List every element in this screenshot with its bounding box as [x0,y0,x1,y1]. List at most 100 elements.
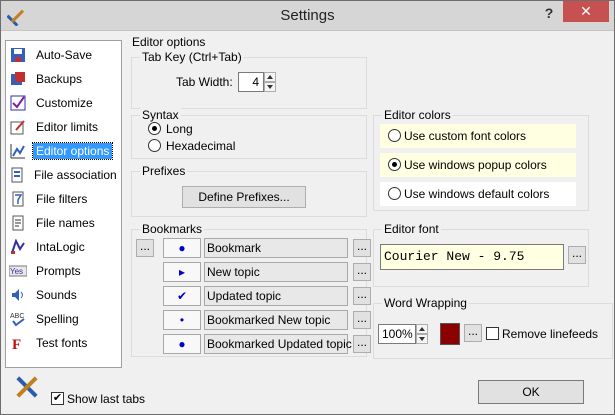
help-button[interactable]: ? [541,5,557,23]
sidebar-item-label: Sounds [36,288,77,302]
sidebar-item-label: File names [36,216,95,230]
new-topic-sample: New topic [204,262,348,282]
new-topic-icon[interactable]: ▸ [163,262,201,282]
bookmarked-updated-topic-icon[interactable]: ● [163,334,201,354]
dialog-footer: ✔ Show last tabs OK [1,373,614,414]
sidebar-item-test-fonts[interactable]: F Test fonts [9,332,117,354]
sidebar-item-label: Customize [36,96,93,110]
word-wrap-percent-input[interactable]: 100% [378,324,416,344]
custom-font-colors-option[interactable]: Use custom font colors [380,124,576,148]
backup-icon [9,70,27,88]
group-label: Bookmarks [140,222,205,236]
wrap-color-button[interactable]: ... [464,324,482,342]
updated-topic-sample: Updated topic [204,286,348,306]
syntax-long-radio[interactable] [148,122,161,135]
bookmark-icon[interactable]: ● [163,238,201,258]
sidebar-item-spelling[interactable]: ABC Spelling [9,308,117,330]
sidebar-item-label: File filters [36,192,88,206]
sidebar-item-file-association[interactable]: File association [9,164,117,186]
bookmarked-updated-topic-edit-button[interactable]: ... [353,335,371,353]
choose-font-button[interactable]: ... [568,246,586,264]
bookmark-edit-button[interactable]: ... [353,239,371,257]
tab-width-input[interactable]: 4 [238,72,264,92]
new-topic-edit-button[interactable]: ... [353,263,371,281]
show-last-tabs-label: Show last tabs [67,392,146,406]
svg-text:Yes: Yes [10,267,23,276]
sidebar-item-label: Editor limits [36,120,99,134]
windows-popup-colors-option[interactable]: Use windows popup colors [380,153,576,177]
windows-default-colors-option[interactable]: Use windows default colors [380,182,576,206]
word-wrap-decrement[interactable] [416,334,428,344]
chevron-up-icon [267,75,273,79]
save-icon [9,46,27,64]
edit-icon [9,118,27,136]
word-wrapping-group: Word Wrapping 100% ... Remove linefeeds [373,296,613,359]
sidebar-item-editor-options[interactable]: Editor options [9,140,117,162]
define-prefixes-button[interactable]: Define Prefixes... [182,186,306,208]
filter-icon [9,190,27,208]
sidebar-item-label: Prompts [36,264,81,278]
windows-default-colors-radio[interactable] [388,187,401,200]
sidebar-item-sounds[interactable]: Sounds [9,284,117,306]
sidebar-item-label: Spelling [36,312,79,326]
group-label: Prefixes [140,164,188,178]
sidebar-item-intalogic[interactable]: IntaLogic [9,236,117,258]
tools-icon [16,376,38,398]
bookmark-row: ● Bookmark ... [136,238,371,258]
yes-icon: Yes [9,262,27,280]
settings-window: Settings ? ✕ Auto-Save Backups Customize… [0,0,615,415]
sidebar-item-auto-save[interactable]: Auto-Save [9,44,117,66]
sidebar-item-backups[interactable]: Backups [9,68,117,90]
checkmark-icon [9,94,27,112]
remove-linefeeds-checkbox[interactable] [486,327,499,340]
syntax-group: Syntax Long Hexadecimal [131,108,367,159]
sidebar-item-prompts[interactable]: Yes Prompts [9,260,117,282]
custom-font-colors-radio[interactable] [388,129,401,142]
tab-width-decrement[interactable] [264,82,276,92]
updated-topic-icon[interactable]: ✔ [163,286,201,306]
sidebar-item-file-names[interactable]: File names [9,212,117,234]
editor-font-display: Courier New - 9.75 [380,244,564,270]
speaker-icon [9,286,27,304]
logic-icon [9,238,27,256]
updated-topic-row: ✔ Updated topic ... [136,286,371,306]
group-label: Word Wrapping [382,296,469,310]
windows-popup-colors-radio[interactable] [388,158,401,171]
tab-key-group: Tab Key (Ctrl+Tab) Tab Width: 4 [131,50,367,109]
tab-width-label: Tab Width: [176,75,233,89]
bookmark-sample: Bookmark [204,238,348,258]
editor-options-panel: Editor options Tab Key (Ctrl+Tab) Tab Wi… [125,33,613,371]
settings-category-list[interactable]: Auto-Save Backups Customize Editor limit… [5,40,122,368]
chevron-down-icon [267,85,273,89]
spelling-icon: ABC [9,310,27,328]
panel-heading: Editor options [132,35,206,49]
group-label: Syntax [140,108,181,122]
bookmarked-new-topic-edit-button[interactable]: ... [353,311,371,329]
ok-button[interactable]: OK [478,380,584,404]
sidebar-item-customize[interactable]: Customize [9,92,117,114]
bookmarked-new-topic-sample: Bookmarked New topic [204,310,348,330]
bookmarked-new-topic-icon[interactable]: • [163,310,201,330]
svg-text:F: F [12,337,21,351]
group-label: Editor font [382,222,441,236]
new-topic-row: ▸ New topic ... [136,262,371,282]
prefixes-group: Prefixes Define Prefixes... [131,164,367,217]
group-label: Editor colors [382,108,453,122]
bookmarked-updated-topic-row: ● Bookmarked Updated topic ... [136,334,371,354]
sidebar-item-label: Editor options [31,142,114,160]
svg-text:ABC: ABC [10,313,24,320]
sidebar-item-label: Test fonts [36,336,88,350]
chevron-up-icon [419,327,425,331]
wrap-color-swatch[interactable] [440,323,460,345]
sidebar-item-label: Backups [36,72,83,86]
group-label: Tab Key (Ctrl+Tab) [140,50,244,64]
bookmarked-new-topic-row: • Bookmarked New topic ... [136,310,371,330]
show-last-tabs-checkbox[interactable]: ✔ [51,392,64,405]
tab-width-increment[interactable] [264,72,276,82]
sidebar-item-editor-limits[interactable]: Editor limits [9,116,117,138]
word-wrap-increment[interactable] [416,324,428,334]
sidebar-item-file-filters[interactable]: File filters [9,188,117,210]
updated-topic-edit-button[interactable]: ... [353,287,371,305]
close-button[interactable]: ✕ [563,1,609,22]
syntax-hexadecimal-radio[interactable] [148,139,161,152]
